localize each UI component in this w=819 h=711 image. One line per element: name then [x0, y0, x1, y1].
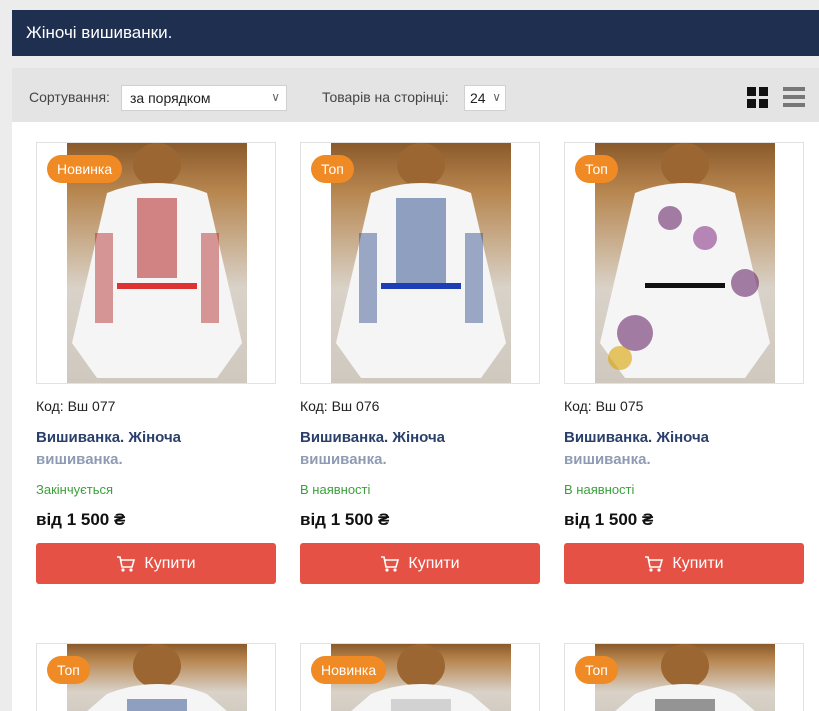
chevron-down-icon: ∨: [271, 90, 280, 104]
cart-icon: [645, 555, 664, 572]
page: Жіночі вишиванки. Сортування: за порядко…: [0, 0, 819, 711]
cart-icon: [117, 555, 136, 572]
buy-label: Купити: [408, 555, 460, 572]
product-image[interactable]: Топ: [300, 142, 540, 384]
product-name[interactable]: Вишиванка. Жіноча: [36, 429, 181, 446]
blouse-photo: [331, 143, 511, 383]
product-name-cont[interactable]: вишиванка.: [300, 451, 387, 468]
product-name[interactable]: Вишиванка. Жіноча: [300, 429, 445, 446]
product-image[interactable]: Топ: [564, 142, 804, 384]
perpage-label: Товарів на сторінці:: [322, 89, 449, 105]
product-name-cont[interactable]: вишиванка.: [36, 451, 123, 468]
product-price: від 1 500 ₴: [564, 510, 654, 529]
buy-button[interactable]: Купити: [36, 543, 276, 584]
product-badge: Топ: [47, 656, 90, 684]
product-badge: Топ: [575, 656, 618, 684]
product-name[interactable]: Вишиванка. Жіноча: [564, 429, 709, 446]
product-image[interactable]: Новинка: [36, 142, 276, 384]
product-price: від 1 500 ₴: [300, 510, 390, 529]
product-badge: Новинка: [311, 656, 387, 684]
product-code: Код: Вш 076: [300, 398, 380, 414]
perpage-value: 24: [470, 90, 486, 106]
buy-label: Купити: [672, 555, 724, 572]
product-code: Код: Вш 075: [564, 398, 644, 414]
page-title: Жіночі вишиванки.: [12, 10, 819, 56]
stock-status: В наявності: [564, 482, 635, 497]
product-image[interactable]: Топ: [564, 643, 804, 711]
stock-status: В наявності: [300, 482, 371, 497]
buy-label: Купити: [144, 555, 196, 572]
sort-value: за порядком: [130, 90, 211, 106]
list-view-icon[interactable]: [783, 87, 805, 108]
catalog-panel: Сортування: за порядком ∨ Товарів на сто…: [12, 68, 819, 711]
product-image[interactable]: Топ: [36, 643, 276, 711]
product-card: Топ: [36, 643, 276, 711]
sort-label: Сортування:: [29, 89, 110, 105]
buy-button[interactable]: Купити: [300, 543, 540, 584]
grid-view-icon[interactable]: [747, 87, 768, 108]
stock-status: Закінчується: [36, 482, 114, 497]
product-image[interactable]: Новинка: [300, 643, 540, 711]
product-badge: Новинка: [47, 155, 123, 183]
product-badge: Топ: [311, 155, 354, 183]
product-price: від 1 500 ₴: [36, 510, 126, 529]
chevron-down-icon: ∨: [492, 90, 501, 104]
perpage-select[interactable]: 24 ∨: [464, 85, 506, 111]
blouse-photo: [595, 644, 775, 711]
product-code: Код: Вш 077: [36, 398, 116, 414]
product-badge: Топ: [575, 155, 618, 183]
cart-icon: [381, 555, 400, 572]
product-card: Топ: [564, 643, 804, 711]
blouse-photo: [595, 143, 775, 383]
product-name-cont[interactable]: вишиванка.: [564, 451, 651, 468]
sort-select[interactable]: за порядком ∨: [121, 85, 287, 111]
blouse-photo: [67, 644, 247, 711]
catalog-toolbar: Сортування: за порядком ∨ Товарів на сто…: [12, 68, 819, 122]
buy-button[interactable]: Купити: [564, 543, 804, 584]
product-card: Новинка: [300, 643, 540, 711]
